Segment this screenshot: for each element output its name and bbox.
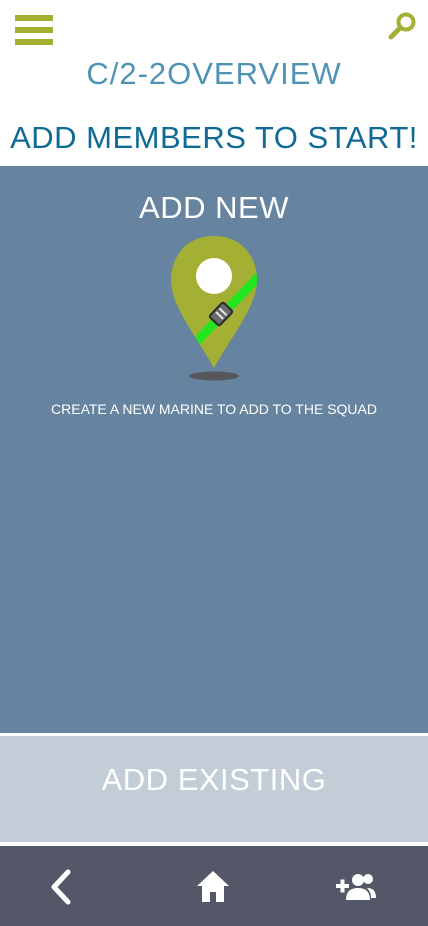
add-existing-panel[interactable]: ADD EXISTING — [0, 736, 428, 842]
add-new-title-emphasis: NEW — [215, 190, 289, 225]
search-button[interactable] — [388, 11, 418, 41]
page-title: C/2-2OVERVIEW — [86, 56, 342, 91]
add-new-title-prefix: ADD — [139, 190, 216, 225]
page-subtitle: ADD MEMBERS TO START! — [10, 120, 418, 155]
bottom-navigation — [0, 846, 428, 926]
back-button[interactable] — [40, 866, 82, 908]
add-user-button[interactable] — [334, 866, 376, 908]
add-new-description: CREATE A NEW MARINE TO ADD TO THE SQUAD — [51, 401, 377, 417]
add-existing-title-prefix: ADD — [101, 762, 178, 797]
home-button[interactable] — [192, 866, 234, 908]
app-header: C/2-2OVERVIEW ADD MEMBERS TO START! — [0, 0, 428, 166]
chevron-left-icon — [51, 869, 71, 905]
menu-button[interactable] — [15, 15, 53, 45]
map-pin-icon — [171, 236, 257, 381]
search-icon — [388, 12, 416, 40]
home-icon — [197, 871, 229, 902]
add-existing-title: ADD EXISTING — [0, 762, 428, 798]
add-new-title: ADD NEW — [0, 190, 428, 226]
add-new-panel[interactable]: ADD NEW CREATE A NEW MARINE TO ADD TO TH… — [0, 166, 428, 733]
person-add-icon — [336, 874, 376, 900]
add-existing-title-emphasis: EXISTING — [177, 762, 327, 797]
